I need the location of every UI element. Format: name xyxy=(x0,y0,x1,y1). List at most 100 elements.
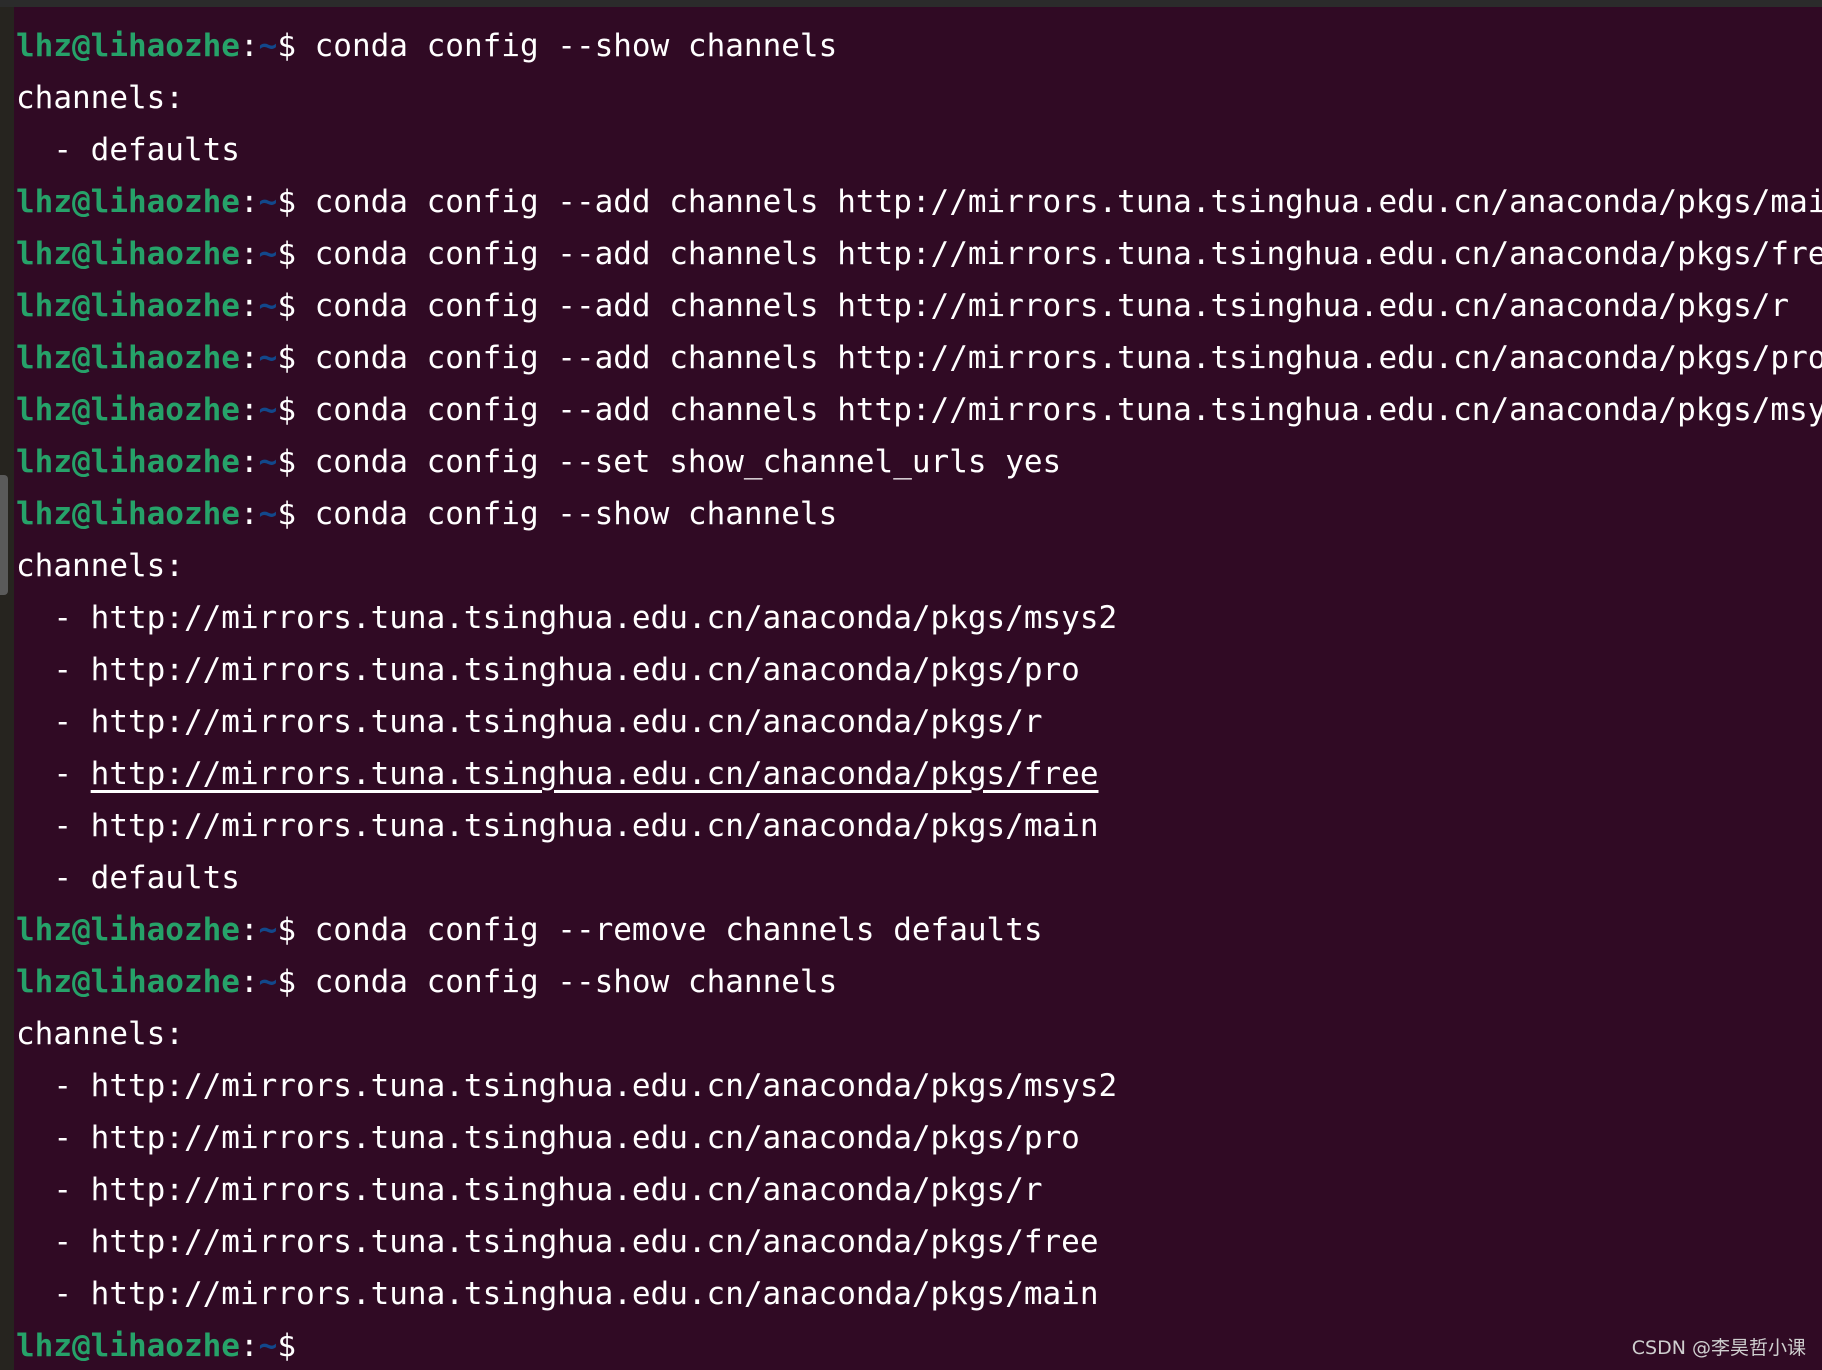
command-text: conda config --add channels http://mirro… xyxy=(295,184,1822,220)
output-line: channels: xyxy=(16,540,1816,592)
prompt-colon: : xyxy=(239,912,259,948)
prompt-line: lhz@lihaozhe:~$ xyxy=(16,1320,1816,1370)
prompt-path: ~ xyxy=(258,444,278,480)
prompt-line: lhz@lihaozhe:~$ conda config --remove ch… xyxy=(16,904,1816,956)
terminal-output[interactable]: lhz@lihaozhe:~$ conda config --show chan… xyxy=(16,20,1822,1370)
prompt-colon: : xyxy=(239,236,259,272)
channel-link[interactable]: http://mirrors.tuna.tsinghua.edu.cn/anac… xyxy=(91,756,1099,792)
prompt-line: lhz@lihaozhe:~$ conda config --add chann… xyxy=(16,176,1822,228)
prompt-symbol: $ xyxy=(277,444,296,480)
command-text: conda config --add channels http://mirro… xyxy=(295,392,1822,428)
command-text: conda config --set show_channel_urls yes xyxy=(295,444,1062,480)
output-text: - http://mirrors.tuna.tsinghua.edu.cn/an… xyxy=(16,704,1043,740)
window-top-edge xyxy=(0,0,1822,7)
prompt-path: ~ xyxy=(258,496,278,532)
prompt-user-host: lhz@lihaozhe xyxy=(16,28,240,64)
prompt-symbol: $ xyxy=(277,184,296,220)
output-line: - defaults xyxy=(16,852,1816,904)
prompt-symbol: $ xyxy=(277,28,296,64)
prompt-user-host: lhz@lihaozhe xyxy=(16,496,240,532)
output-text: - http://mirrors.tuna.tsinghua.edu.cn/an… xyxy=(16,600,1118,636)
prompt-path: ~ xyxy=(258,964,278,1000)
prompt-line: lhz@lihaozhe:~$ conda config --set show_… xyxy=(16,436,1816,488)
prompt-line: lhz@lihaozhe:~$ conda config --add chann… xyxy=(16,280,1816,332)
output-text: channels: xyxy=(16,548,184,584)
prompt-user-host: lhz@lihaozhe xyxy=(16,444,240,480)
output-text: - http://mirrors.tuna.tsinghua.edu.cn/an… xyxy=(16,1276,1099,1312)
command-text: conda config --remove channels defaults xyxy=(295,912,1043,948)
prompt-path: ~ xyxy=(258,392,278,428)
command-text: conda config --add channels http://mirro… xyxy=(295,236,1822,272)
side-handle xyxy=(0,475,8,595)
output-prefix: - xyxy=(16,756,91,792)
prompt-user-host: lhz@lihaozhe xyxy=(16,1328,240,1364)
prompt-colon: : xyxy=(239,184,259,220)
prompt-symbol: $ xyxy=(277,1328,296,1364)
prompt-user-host: lhz@lihaozhe xyxy=(16,236,240,272)
prompt-path: ~ xyxy=(258,912,278,948)
prompt-symbol: $ xyxy=(277,340,296,376)
output-text: channels: xyxy=(16,1016,184,1052)
prompt-colon: : xyxy=(239,340,259,376)
prompt-symbol: $ xyxy=(277,496,296,532)
command-text: conda config --add channels http://mirro… xyxy=(295,288,1790,324)
prompt-line: lhz@lihaozhe:~$ conda config --show chan… xyxy=(16,956,1816,1008)
output-line: - http://mirrors.tuna.tsinghua.edu.cn/an… xyxy=(16,1268,1816,1320)
prompt-path: ~ xyxy=(258,340,278,376)
prompt-colon: : xyxy=(239,288,259,324)
output-line: - http://mirrors.tuna.tsinghua.edu.cn/an… xyxy=(16,748,1816,800)
output-line: - defaults xyxy=(16,124,1816,176)
prompt-symbol: $ xyxy=(277,964,296,1000)
output-text: - defaults xyxy=(16,860,240,896)
prompt-path: ~ xyxy=(258,1328,278,1364)
prompt-path: ~ xyxy=(258,28,278,64)
prompt-user-host: lhz@lihaozhe xyxy=(16,184,240,220)
terminal-window[interactable]: lhz@lihaozhe:~$ conda config --show chan… xyxy=(0,0,1822,1370)
prompt-line: lhz@lihaozhe:~$ conda config --add chann… xyxy=(16,228,1822,280)
output-text: - defaults xyxy=(16,132,240,168)
prompt-colon: : xyxy=(239,496,259,532)
output-line: - http://mirrors.tuna.tsinghua.edu.cn/an… xyxy=(16,1216,1816,1268)
output-text: - http://mirrors.tuna.tsinghua.edu.cn/an… xyxy=(16,652,1080,688)
watermark: CSDN @李昊哲小课 xyxy=(1631,1337,1806,1359)
prompt-colon: : xyxy=(239,28,259,64)
command-text: conda config --add channels http://mirro… xyxy=(295,340,1822,376)
prompt-user-host: lhz@lihaozhe xyxy=(16,392,240,428)
prompt-user-host: lhz@lihaozhe xyxy=(16,288,240,324)
prompt-user-host: lhz@lihaozhe xyxy=(16,912,240,948)
output-line: - http://mirrors.tuna.tsinghua.edu.cn/an… xyxy=(16,1164,1816,1216)
desktop-left-edge xyxy=(0,7,14,1370)
prompt-symbol: $ xyxy=(277,392,296,428)
output-line: channels: xyxy=(16,1008,1816,1060)
prompt-colon: : xyxy=(239,1328,259,1364)
output-line: - http://mirrors.tuna.tsinghua.edu.cn/an… xyxy=(16,592,1816,644)
prompt-symbol: $ xyxy=(277,912,296,948)
output-line: - http://mirrors.tuna.tsinghua.edu.cn/an… xyxy=(16,800,1816,852)
prompt-path: ~ xyxy=(258,236,278,272)
prompt-colon: : xyxy=(239,444,259,480)
output-line: - http://mirrors.tuna.tsinghua.edu.cn/an… xyxy=(16,1112,1816,1164)
output-text: channels: xyxy=(16,80,184,116)
prompt-line: lhz@lihaozhe:~$ conda config --show chan… xyxy=(16,20,1816,72)
prompt-symbol: $ xyxy=(277,288,296,324)
command-text: conda config --show channels xyxy=(295,28,838,64)
output-text: - http://mirrors.tuna.tsinghua.edu.cn/an… xyxy=(16,1068,1118,1104)
prompt-colon: : xyxy=(239,392,259,428)
prompt-line: lhz@lihaozhe:~$ conda config --add chann… xyxy=(16,332,1822,384)
prompt-symbol: $ xyxy=(277,236,296,272)
command-text: conda config --show channels xyxy=(295,496,838,532)
output-line: - http://mirrors.tuna.tsinghua.edu.cn/an… xyxy=(16,696,1816,748)
prompt-path: ~ xyxy=(258,184,278,220)
output-text: - http://mirrors.tuna.tsinghua.edu.cn/an… xyxy=(16,808,1099,844)
command-text: conda config --show channels xyxy=(295,964,838,1000)
output-line: - http://mirrors.tuna.tsinghua.edu.cn/an… xyxy=(16,1060,1816,1112)
prompt-line: lhz@lihaozhe:~$ conda config --add chann… xyxy=(16,384,1822,436)
output-text: - http://mirrors.tuna.tsinghua.edu.cn/an… xyxy=(16,1172,1043,1208)
prompt-path: ~ xyxy=(258,288,278,324)
output-line: channels: xyxy=(16,72,1816,124)
output-text: - http://mirrors.tuna.tsinghua.edu.cn/an… xyxy=(16,1120,1080,1156)
prompt-line: lhz@lihaozhe:~$ conda config --show chan… xyxy=(16,488,1816,540)
prompt-colon: : xyxy=(239,964,259,1000)
output-line: - http://mirrors.tuna.tsinghua.edu.cn/an… xyxy=(16,644,1816,696)
prompt-user-host: lhz@lihaozhe xyxy=(16,340,240,376)
